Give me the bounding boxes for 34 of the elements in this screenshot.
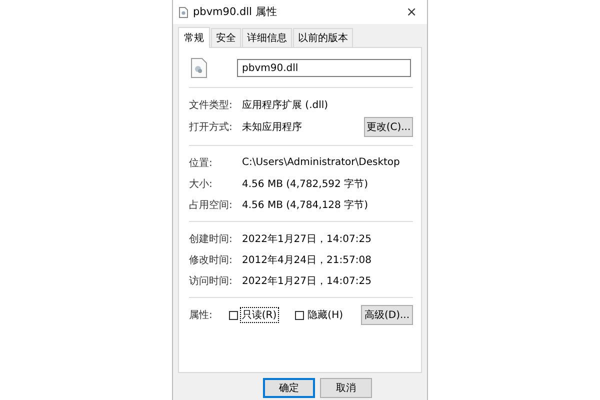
file-name-field[interactable]: pbvm90.dll bbox=[237, 59, 411, 77]
field-value: 4.56 MB (4,784,128 字节) bbox=[242, 198, 369, 212]
checkbox[interactable] bbox=[294, 310, 304, 320]
field-label: 占用空间: bbox=[189, 198, 234, 212]
field-value: 2012年4月24日，21:57:08 bbox=[242, 254, 372, 266]
tab[interactable]: 详细信息 bbox=[242, 28, 292, 47]
field-value: 4.56 MB (4,782,592 字节) bbox=[242, 178, 369, 190]
checkbox-label[interactable]: 隐藏(H) bbox=[306, 307, 345, 323]
close-button[interactable]: × bbox=[402, 4, 421, 20]
tab[interactable]: 以前的版本 bbox=[293, 28, 353, 47]
advanced-button[interactable]: 高级(D)... bbox=[361, 305, 413, 325]
field-value: 2022年1月27日，14:07:25 bbox=[242, 232, 372, 246]
checkbox-label[interactable]: 只读(R) bbox=[240, 307, 279, 323]
tab[interactable]: 常规 bbox=[178, 27, 210, 48]
ok-button[interactable]: 确定 bbox=[263, 378, 315, 398]
field-value: 2022年1月27日，14:07:25 bbox=[242, 274, 372, 288]
field-label: 大小: bbox=[189, 178, 214, 190]
cancel-button[interactable]: 取消 bbox=[320, 378, 372, 398]
dll-file-icon bbox=[191, 58, 207, 78]
field-value: C:\Users\Administrator\Desktop bbox=[242, 157, 401, 168]
field-label: 打开方式: bbox=[189, 120, 234, 134]
window-title: pbvm90.dll 属性 bbox=[193, 5, 278, 19]
field-value: 未知应用程序 bbox=[242, 120, 303, 134]
field-label: 属性: bbox=[189, 308, 214, 322]
field-value: 应用程序扩展 (.dll) bbox=[242, 98, 330, 112]
file-icon bbox=[179, 6, 188, 18]
field-label: 访问时间: bbox=[189, 274, 234, 288]
field-label: 修改时间: bbox=[189, 254, 234, 266]
field-label: 创建时间: bbox=[189, 232, 234, 246]
change-button[interactable]: 更改(C)... bbox=[364, 117, 413, 137]
tab[interactable]: 安全 bbox=[211, 28, 241, 47]
field-label: 文件类型: bbox=[189, 98, 234, 112]
field-label: 位置: bbox=[189, 156, 214, 170]
checkbox[interactable] bbox=[228, 310, 238, 320]
